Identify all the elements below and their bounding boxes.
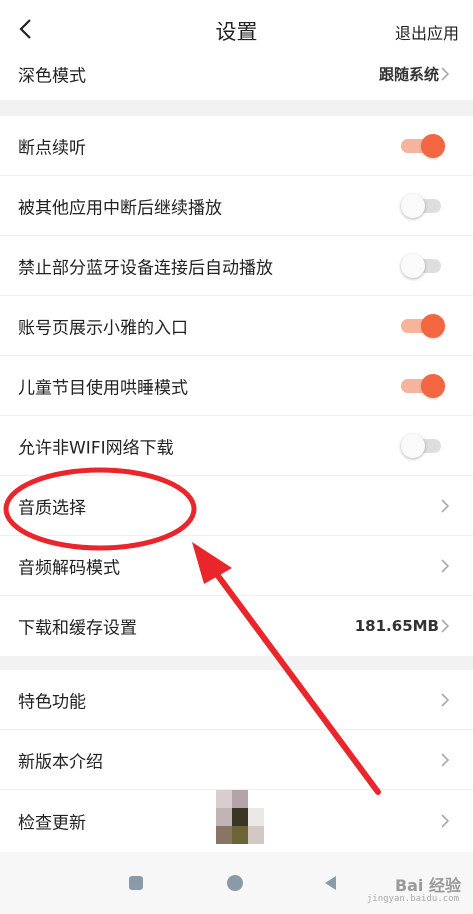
setting-value: 跟随系统 (378, 65, 439, 84)
setting-row-resume-after-interrupt: 被其他应用中断后继续播放 (0, 176, 473, 236)
setting-row-kids-sleep-mode: 儿童节目使用哄睡模式 (0, 356, 473, 416)
watermark-url: jingyan.baidu.com (366, 894, 459, 904)
nav-back-button[interactable] (318, 870, 344, 896)
watermark-brand: Bai 经验 (394, 876, 461, 895)
chevron-left-icon (19, 19, 31, 39)
circle-icon (227, 875, 243, 891)
setting-row-download-cache[interactable]: 下载和缓存设置 181.65MB (0, 596, 473, 656)
setting-label: 深色模式 (18, 66, 86, 87)
setting-label: 音质选择 (18, 498, 86, 519)
show-xiaoya-entry-toggle[interactable] (401, 314, 445, 338)
chevron-right-icon (441, 693, 450, 707)
setting-row-allow-non-wifi-download: 允许非WIFI网络下载 (0, 416, 473, 476)
setting-label: 允许非WIFI网络下载 (18, 438, 174, 459)
setting-label: 检查更新 (18, 813, 86, 834)
block-bluetooth-autoplay-toggle[interactable] (401, 254, 445, 278)
chevron-right-icon (441, 499, 450, 513)
setting-row-audio-decode-mode[interactable]: 音频解码模式 (0, 536, 473, 596)
setting-label: 禁止部分蓝牙设备连接后自动播放 (18, 258, 273, 279)
resume-playback-toggle[interactable] (401, 134, 445, 158)
chevron-right-icon (441, 559, 450, 573)
setting-row-features[interactable]: 特色功能 (0, 670, 473, 730)
setting-value: 181.65MB (354, 617, 439, 635)
resume-after-interrupt-toggle[interactable] (401, 194, 445, 218)
section-divider (0, 656, 473, 670)
header: 设置 退出应用 (0, 0, 473, 58)
back-button[interactable] (8, 12, 44, 46)
setting-label: 被其他应用中断后继续播放 (18, 198, 222, 219)
setting-row-version-intro[interactable]: 新版本介绍 (0, 730, 473, 790)
setting-row-show-xiaoya-entry: 账号页展示小雅的入口 (0, 296, 473, 356)
exit-app-button[interactable]: 退出应用 (395, 20, 459, 44)
nav-recent-button[interactable] (123, 870, 149, 896)
chevron-right-icon (441, 814, 450, 828)
setting-label: 新版本介绍 (18, 752, 103, 773)
setting-label: 账号页展示小雅的入口 (18, 318, 188, 339)
setting-row-dark-mode[interactable]: 深色模式 跟随系统 (0, 58, 473, 100)
setting-row-block-bluetooth-autoplay: 禁止部分蓝牙设备连接后自动播放 (0, 236, 473, 296)
setting-label: 音频解码模式 (18, 558, 120, 579)
setting-row-resume-playback: 断点续听 (0, 116, 473, 176)
kids-sleep-mode-toggle[interactable] (401, 374, 445, 398)
setting-label: 儿童节目使用哄睡模式 (18, 378, 188, 399)
square-icon (129, 876, 143, 890)
chevron-right-icon (441, 67, 450, 81)
setting-label: 特色功能 (18, 692, 86, 713)
nav-home-button[interactable] (222, 870, 248, 896)
allow-non-wifi-download-toggle[interactable] (401, 434, 445, 458)
system-nav-bar: Bai 经验 jingyan.baidu.com (0, 852, 473, 914)
section-divider (0, 100, 473, 116)
setting-label: 断点续听 (18, 138, 86, 159)
triangle-icon (325, 876, 336, 890)
setting-row-audio-quality[interactable]: 音质选择 (0, 476, 473, 536)
chevron-right-icon (441, 619, 450, 633)
setting-label: 下载和缓存设置 (18, 618, 137, 639)
chevron-right-icon (441, 753, 450, 767)
